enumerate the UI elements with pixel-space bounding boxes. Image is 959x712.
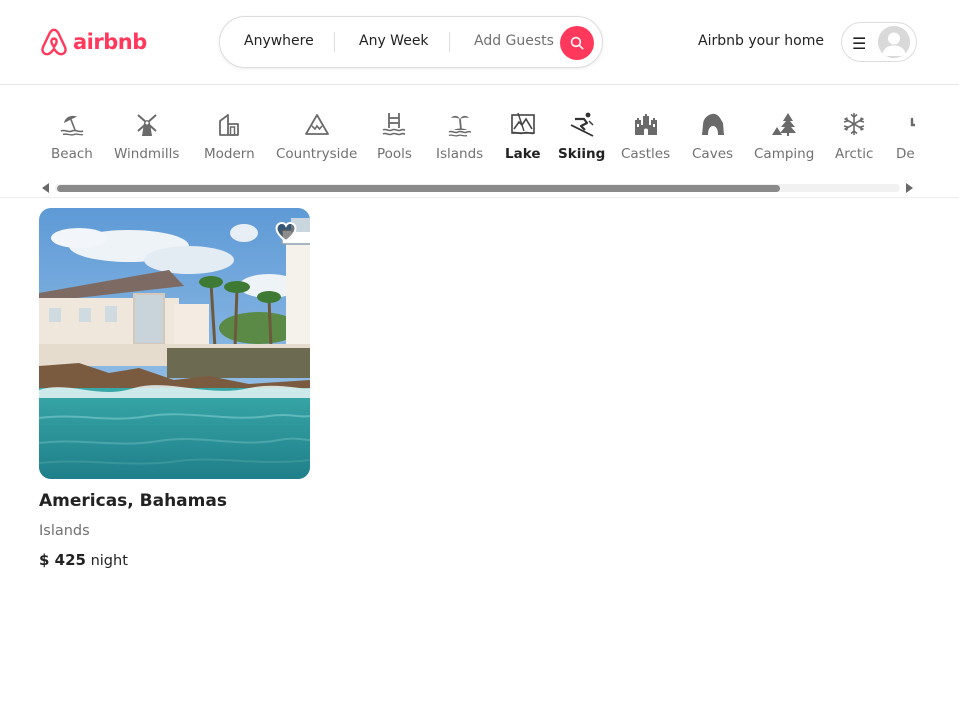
brand-name: airbnb: [73, 30, 147, 54]
island-icon: [448, 115, 471, 137]
modern-house-icon: [219, 114, 240, 136]
heart-icon[interactable]: [274, 220, 298, 244]
listing-title: Americas, Bahamas: [39, 491, 227, 511]
category-caves[interactable]: Caves: [692, 111, 733, 162]
search-bar[interactable]: Anywhere Any Week Add Guests: [219, 16, 603, 68]
search-divider: [449, 32, 450, 52]
cave-icon: [701, 113, 724, 135]
category-camping[interactable]: Camping: [754, 111, 814, 162]
search-button[interactable]: [560, 26, 594, 60]
listing-price: $ 425 night: [39, 551, 310, 569]
airbnb-belo-icon: [41, 28, 67, 56]
category-label: Countryside: [276, 146, 358, 162]
airbnb-your-home-link[interactable]: Airbnb your home: [698, 33, 824, 49]
search-divider: [334, 32, 335, 52]
category-pools[interactable]: Pools: [377, 111, 412, 162]
search-any-week[interactable]: Any Week: [359, 33, 429, 49]
listing-category: Islands: [39, 523, 90, 539]
scroll-right-arrow-icon[interactable]: [906, 183, 913, 193]
listing-photo-image: [39, 208, 310, 479]
listing-price-amount: $ 425: [39, 551, 86, 569]
scroll-left-arrow-icon[interactable]: [42, 183, 49, 193]
windmill-icon: [137, 114, 157, 136]
category-arctic[interactable]: Arctic: [835, 111, 873, 162]
category-lake[interactable]: Lake: [505, 111, 540, 162]
mountain-icon: [304, 114, 329, 135]
category-islands[interactable]: Islands: [436, 111, 483, 162]
listing-photo[interactable]: [39, 208, 310, 479]
castle-icon: [634, 114, 657, 135]
category-label: Beach: [51, 146, 93, 162]
category-label: Skiing: [558, 146, 606, 162]
category-label: Arctic: [835, 146, 874, 162]
category-desert[interactable]: Desert: [896, 111, 915, 162]
airbnb-logo[interactable]: airbnb: [39, 25, 147, 59]
search-anywhere[interactable]: Anywhere: [244, 33, 314, 49]
category-label: Camping: [754, 146, 815, 162]
pool-icon: [383, 113, 406, 136]
cactus-icon: [911, 117, 915, 127]
category-bar: Beach Windmills Modern Countryside Pools…: [0, 85, 959, 198]
category-label: Castles: [621, 146, 671, 162]
category-modern[interactable]: Modern: [204, 111, 255, 162]
skiing-icon: [570, 112, 594, 137]
category-label: Lake: [505, 146, 541, 162]
lake-icon: [510, 112, 535, 135]
category-label: Modern: [204, 146, 255, 162]
category-label: Islands: [436, 146, 484, 162]
top-header: airbnb Anywhere Any Week Add Guests Airb…: [0, 0, 959, 85]
category-castles[interactable]: Castles: [621, 111, 670, 162]
category-label: Desert: [896, 146, 915, 162]
search-add-guests[interactable]: Add Guests: [474, 33, 554, 49]
snowflake-icon: [843, 113, 865, 135]
category-strip[interactable]: Beach Windmills Modern Countryside Pools…: [39, 111, 915, 171]
user-avatar-icon: [878, 26, 910, 58]
user-menu-button[interactable]: ☰: [841, 22, 917, 62]
category-beach[interactable]: Beach: [51, 111, 93, 162]
search-icon: [570, 36, 584, 50]
hamburger-icon: ☰: [852, 34, 867, 53]
category-countryside[interactable]: Countryside: [276, 111, 357, 162]
listing-price-unit: night: [90, 553, 128, 569]
beach-icon: [60, 115, 84, 136]
category-scrollbar[interactable]: [39, 182, 915, 194]
category-skiing[interactable]: Skiing: [558, 111, 605, 162]
camping-icon: [772, 113, 797, 136]
listing-card[interactable]: Americas, Bahamas Islands $ 425 night: [39, 208, 310, 569]
category-label: Caves: [692, 146, 734, 162]
category-windmills[interactable]: Windmills: [114, 111, 179, 162]
scrollbar-thumb[interactable]: [57, 185, 780, 192]
category-label: Windmills: [114, 146, 180, 162]
category-label: Pools: [377, 146, 412, 162]
